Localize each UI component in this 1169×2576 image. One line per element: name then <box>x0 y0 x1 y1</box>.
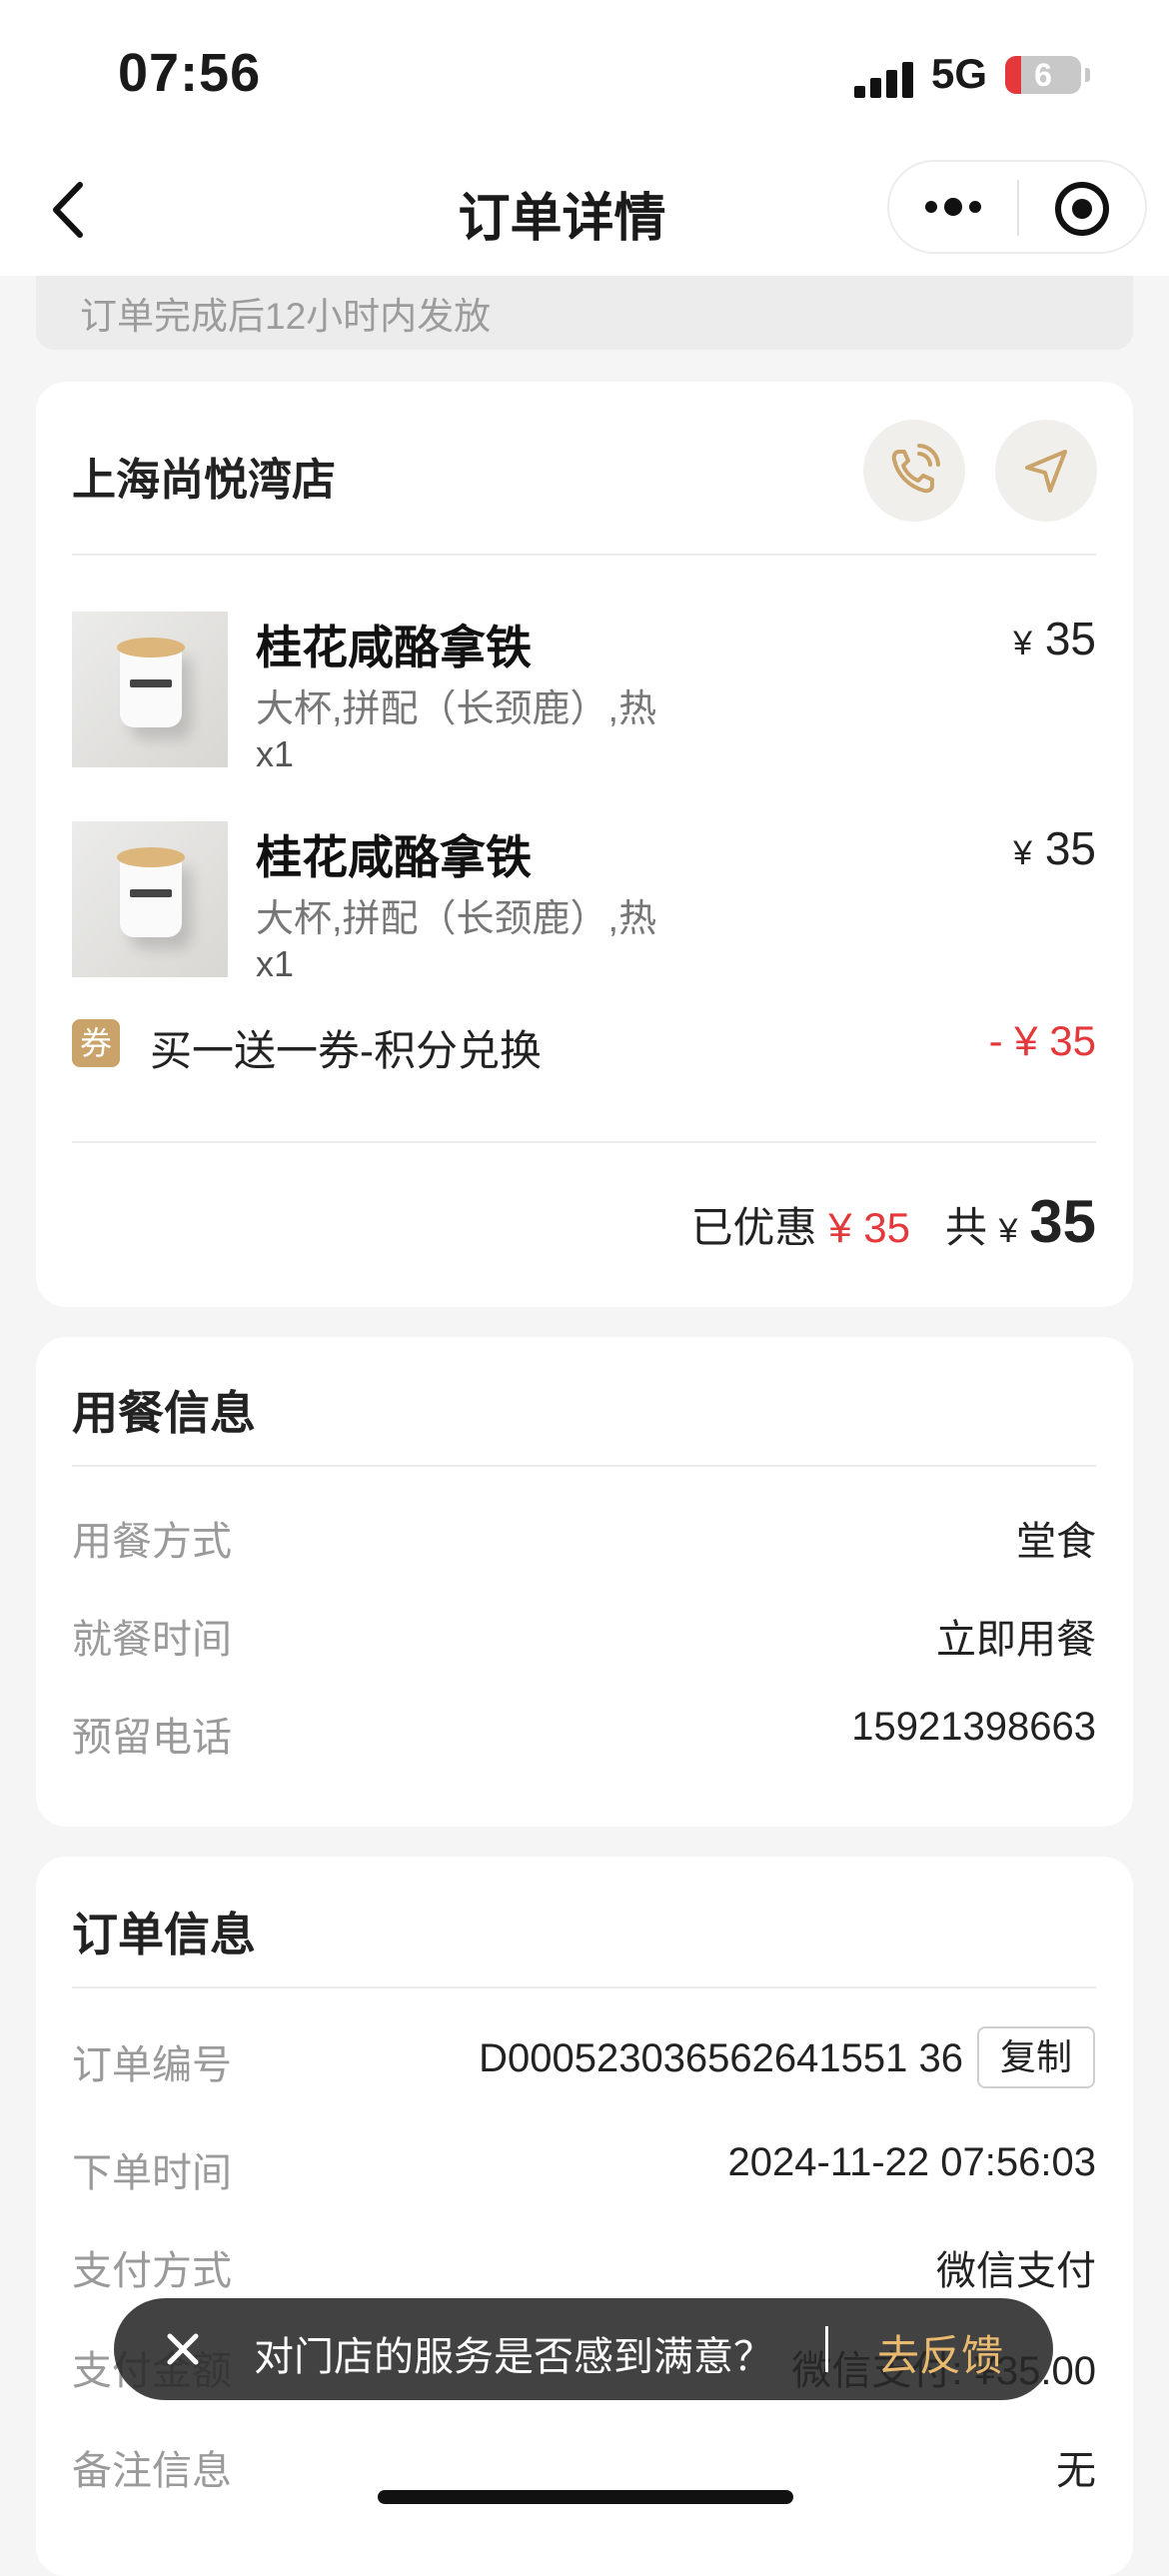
coupon-amount: - ¥ 35 <box>988 1017 1096 1064</box>
battery-tip <box>1085 68 1090 82</box>
home-indicator <box>378 2490 793 2504</box>
currency-symbol: ¥ <box>998 1212 1018 1250</box>
currency-symbol: ¥ <box>1013 834 1033 872</box>
dining-time-label: 就餐时间 <box>72 1618 232 1662</box>
order-time-value: 2024-11-22 07:56:03 <box>727 2140 1096 2184</box>
feedback-button[interactable]: 去反馈 <box>877 2322 1003 2383</box>
total-label: 共 <box>944 1204 987 1251</box>
order-divider <box>72 1986 1096 1988</box>
item-price-value: 35 <box>1044 822 1096 874</box>
item-price-value: 35 <box>1044 613 1096 664</box>
coupon-name: 买一送一券-积分兑换 <box>150 1027 542 1074</box>
total-value: 35 <box>1029 1188 1096 1255</box>
discount-label: 已优惠 <box>690 1204 817 1251</box>
item-spec: 大杯,拼配（长颈鹿）,热 <box>256 688 657 730</box>
order-number-label: 订单编号 <box>72 2043 232 2087</box>
item-name: 桂花咸酪拿铁 <box>256 831 532 883</box>
item-price: ¥ 35 <box>1013 612 1096 665</box>
call-store-button[interactable] <box>863 420 965 522</box>
navigation-arrow-icon <box>1025 450 1067 493</box>
copy-button[interactable]: 复制 <box>977 2026 1095 2088</box>
product-image <box>72 821 228 977</box>
battery-icon: 6 <box>1005 56 1081 94</box>
status-time: 07:56 <box>118 43 262 103</box>
store-divider <box>72 554 1096 556</box>
order-number-value: D000523036562641551 36 <box>479 2036 963 2080</box>
remark-value: 无 <box>1056 2449 1096 2493</box>
dining-divider <box>72 1465 1096 1467</box>
phone-label: 预留电话 <box>72 1716 232 1760</box>
close-icon[interactable] <box>160 2326 206 2372</box>
item-price: ¥ 35 <box>1013 821 1096 875</box>
notice-text: 订单完成后12小时内发放 <box>80 296 492 337</box>
more-icon[interactable] <box>921 190 985 224</box>
order-total: 已优惠 ¥ 35 共 ¥ 35 <box>691 1187 1096 1256</box>
summary-divider <box>72 1141 1096 1143</box>
dining-section-title: 用餐信息 <box>72 1387 256 1439</box>
discount-value: ¥ 35 <box>828 1204 910 1251</box>
network-type: 5G <box>931 50 988 97</box>
phone-icon <box>891 444 940 494</box>
toast-divider <box>825 2326 828 2372</box>
item-spec: 大杯,拼配（长颈鹿）,热 <box>256 898 657 940</box>
payment-method-label: 支付方式 <box>72 2249 232 2293</box>
store-name: 上海尚悦湾店 <box>72 456 336 505</box>
phone-value: 15921398663 <box>851 1705 1096 1749</box>
currency-symbol: ¥ <box>1013 625 1033 662</box>
order-time-label: 下单时间 <box>72 2151 232 2195</box>
payment-method-value: 微信支付 <box>936 2249 1096 2293</box>
remark-label: 备注信息 <box>72 2449 232 2493</box>
item-qty: x1 <box>256 733 295 774</box>
item-qty: x1 <box>256 943 295 984</box>
dining-time-value: 立即用餐 <box>936 1618 1096 1662</box>
signal-icon <box>854 58 914 98</box>
battery-level: 6 <box>1034 57 1052 93</box>
coupon-badge: 券 <box>72 1019 120 1067</box>
capsule-divider <box>1017 180 1019 236</box>
item-name: 桂花咸酪拿铁 <box>256 622 532 673</box>
feedback-prompt: 对门店的服务是否感到满意？ <box>254 2335 773 2379</box>
close-miniprogram-icon[interactable] <box>1053 180 1111 238</box>
dining-mode-label: 用餐方式 <box>72 1520 232 1564</box>
navigate-store-button[interactable] <box>995 420 1097 522</box>
product-image <box>72 612 228 767</box>
order-section-title: 订单信息 <box>72 1909 256 1960</box>
dining-mode-value: 堂食 <box>1016 1520 1096 1564</box>
